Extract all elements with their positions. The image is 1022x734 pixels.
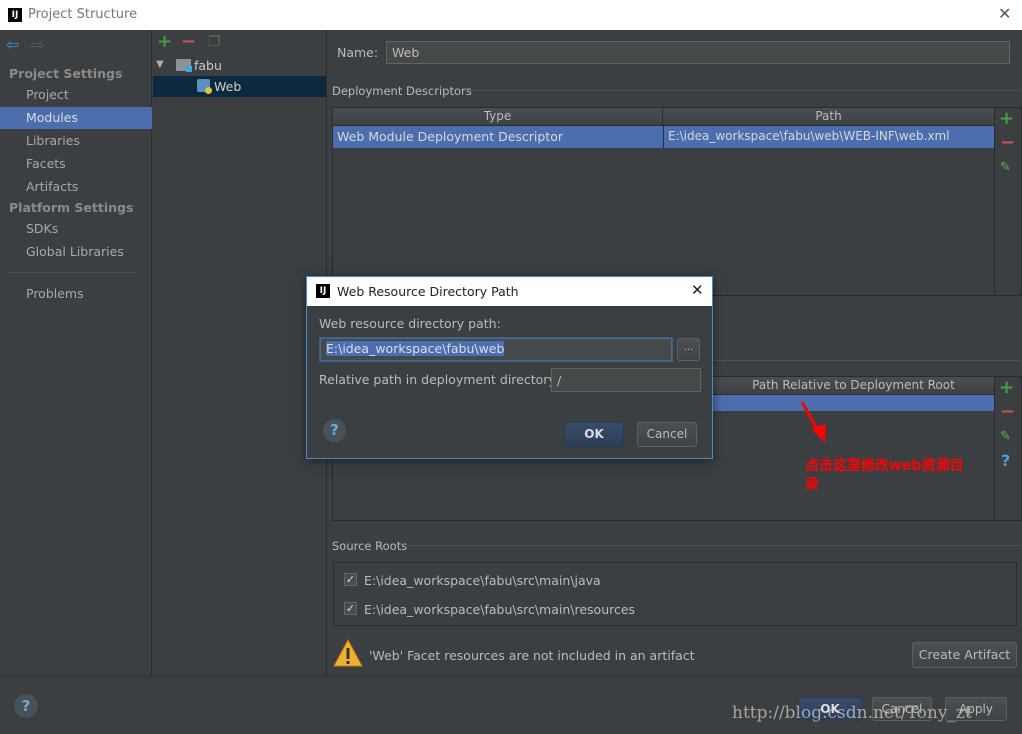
dialog-close-icon[interactable]: ✕ — [691, 281, 704, 299]
column-header-type[interactable]: Type — [333, 108, 663, 126]
edit-pencil-icon[interactable]: ✎ — [1000, 429, 1011, 444]
sidebar-item-facets[interactable]: Facets — [26, 156, 66, 171]
intellij-logo-icon: IJ — [316, 284, 330, 298]
name-input[interactable] — [386, 41, 1010, 64]
sidebar-item-global-libraries[interactable]: Global Libraries — [26, 244, 124, 259]
intellij-logo-icon: IJ — [8, 8, 22, 22]
sidebar-item-libraries[interactable]: Libraries — [26, 133, 80, 148]
watermark: http://blog.csdn.net/Tony_zt — [732, 703, 972, 723]
sidebar-item-modules[interactable]: Modules — [26, 110, 78, 125]
table-toolbar: + − ✎ — [995, 107, 1022, 296]
deployment-descriptors-table: Type Path Web Module Deployment Descript… — [332, 107, 995, 296]
platform-settings-heading: Platform Settings — [9, 200, 134, 215]
help-icon[interactable]: ? — [14, 694, 38, 718]
back-arrow-icon[interactable]: ⇦ — [6, 35, 19, 54]
remove-directory-icon[interactable]: − — [1000, 401, 1015, 422]
checkbox-checked[interactable]: ✓ — [344, 602, 357, 615]
deployment-descriptors-heading: Deployment Descriptors — [332, 84, 472, 98]
forward-arrow-icon[interactable]: ⇨ — [31, 35, 44, 54]
tree-root-label[interactable]: fabu — [194, 58, 222, 73]
path-input[interactable]: E:\idea_workspace\fabu\web — [320, 338, 672, 361]
title-bar: IJ Project Structure ✕ — [0, 0, 1022, 30]
source-root-item: E:\idea_workspace\fabu\src\main\java — [364, 573, 601, 588]
relative-path-input[interactable] — [551, 368, 701, 392]
name-label: Name: — [337, 45, 379, 60]
cell-path: E:\idea_workspace\fabu\web\WEB-INF\web.x… — [668, 129, 950, 143]
sidebar: ⇦ ⇨ Project Settings Project Modules Lib… — [0, 30, 152, 676]
source-root-item: E:\idea_workspace\fabu\src\main\resource… — [364, 602, 636, 617]
browse-button[interactable]: ... — [677, 338, 700, 361]
source-roots-list: ✓ E:\idea_workspace\fabu\src\main\java ✓… — [333, 562, 1017, 626]
edit-pencil-icon[interactable]: ✎ — [1000, 160, 1011, 175]
tree-item-web[interactable]: Web — [153, 76, 326, 97]
annotation-text: 点击这里修改web资源目录 — [805, 458, 964, 493]
add-descriptor-icon[interactable]: + — [999, 108, 1014, 129]
source-roots-heading: Source Roots — [332, 539, 408, 553]
create-artifact-button[interactable]: Create Artifact — [912, 642, 1017, 668]
cell-type: Web Module Deployment Descriptor — [337, 129, 564, 144]
expand-triangle-icon[interactable]: ▼ — [156, 59, 164, 70]
sidebar-item-artifacts[interactable]: Artifacts — [26, 179, 78, 194]
dialog-title-bar: IJ Web Resource Directory Path ✕ — [307, 277, 712, 306]
warning-text: 'Web' Facet resources are not included i… — [369, 648, 695, 663]
sidebar-item-project[interactable]: Project — [26, 87, 69, 102]
folder-icon — [176, 59, 192, 72]
path-label: Web resource directory path: — [319, 316, 501, 331]
window-title: Project Structure — [28, 7, 138, 22]
tree-item-label: Web — [214, 79, 242, 94]
web-facet-icon — [197, 79, 212, 94]
relative-path-label: Relative path in deployment directory: — [319, 372, 560, 387]
dialog-ok-button[interactable]: OK — [564, 422, 624, 447]
module-tree: + − ❐ ▼ fabu Web — [153, 30, 327, 676]
copy-icon[interactable]: ❐ — [208, 34, 221, 50]
divider — [8, 272, 138, 273]
web-resource-directory-dialog: IJ Web Resource Directory Path ✕ Web res… — [306, 276, 713, 459]
help-icon[interactable]: ? — [323, 419, 346, 442]
column-header-relative-path[interactable]: Path Relative to Deployment Root — [713, 377, 994, 395]
project-settings-heading: Project Settings — [9, 66, 123, 81]
red-arrow-annotation — [800, 401, 826, 443]
checkbox-checked[interactable]: ✓ — [344, 573, 357, 586]
sidebar-item-problems[interactable]: Problems — [26, 286, 84, 301]
add-directory-icon[interactable]: + — [999, 377, 1014, 398]
table-row[interactable]: Web Module Deployment Descriptor E:\idea… — [333, 126, 994, 148]
dialog-cancel-button[interactable]: Cancel — [637, 422, 697, 447]
table-toolbar: + − ✎ ? — [995, 376, 1022, 521]
sidebar-item-sdks[interactable]: SDKs — [26, 221, 58, 236]
remove-icon[interactable]: − — [181, 31, 196, 52]
warning-icon — [333, 639, 363, 667]
column-header-path[interactable]: Path — [663, 108, 994, 126]
close-icon[interactable]: ✕ — [998, 4, 1011, 23]
remove-descriptor-icon[interactable]: − — [1000, 132, 1015, 153]
help-icon[interactable]: ? — [1001, 451, 1010, 470]
add-icon[interactable]: + — [157, 31, 172, 52]
dialog-title: Web Resource Directory Path — [337, 284, 519, 299]
